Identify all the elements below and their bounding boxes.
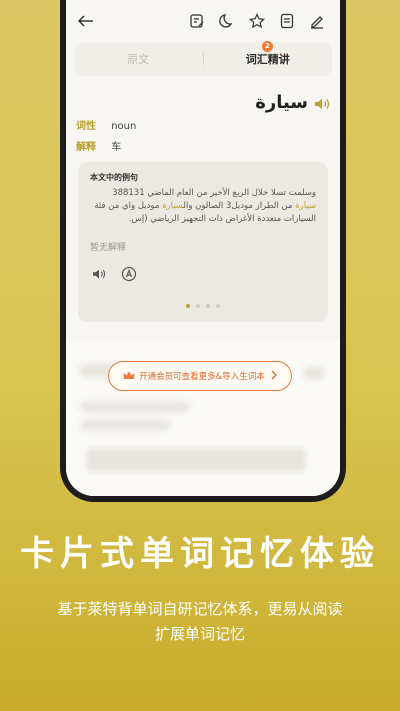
no-explanation-text: 暂无解释 [90,243,127,253]
tab-bar: 原文 2 词汇精讲 [74,41,333,76]
promo-subline: 基于莱特背单词自研记忆体系，更易从阅读扩展单词记忆 [57,600,343,643]
promo-headline: 卡片式单词记忆体验 [20,534,380,574]
pagination-dot [206,304,210,308]
note-edit-icon[interactable] [184,8,210,34]
pen-icon[interactable] [304,8,330,34]
blurred-text [86,448,306,472]
definition-row: 解释 车 [76,138,121,153]
crown-icon [123,371,135,381]
blurred-icon [304,366,324,380]
chevron-right-icon [271,370,277,383]
top-toolbar [66,0,340,42]
back-arrow-icon[interactable] [76,11,96,31]
tab-original-label: 原文 [127,53,150,66]
definition-label: 解释 [76,142,96,153]
pos-label: 词性 [76,121,96,132]
phone-frame: 原文 2 词汇精讲 سيارة 词性 noun 解释 车 本文中的例句 وسلم… [60,0,346,502]
tab-original[interactable]: 原文 [74,51,203,67]
card-actions [90,265,316,283]
blurred-text [80,402,190,412]
pagination-dot [196,304,200,308]
speaker-icon[interactable] [314,96,330,110]
tab-vocabulary[interactable]: 2 词汇精讲 [204,41,333,67]
definition-value: 车 [111,142,122,153]
moon-icon[interactable] [214,8,240,34]
sentence-part: من الطراز موديل3 الصالون وال [183,201,296,211]
tab-badge: 2 [261,41,273,52]
star-icon[interactable] [244,8,270,34]
sentence-highlight: سيارة [162,201,184,211]
tab-vocabulary-label: 词汇精讲 [245,53,290,66]
vip-button-label: 开通会员可查看更多&导入生词本 [139,372,265,382]
list-icon[interactable] [274,8,300,34]
example-card[interactable]: 本文中的例句 وسلمت تسلا خلال الربع الأخير من ا… [78,162,328,322]
vip-upgrade-button[interactable]: 开通会员可查看更多&导入生词本 [108,361,292,391]
translate-icon[interactable] [120,265,138,283]
sentence-highlight: سيارة [295,201,316,211]
pagination-dot [216,304,220,308]
blurred-text [80,420,170,430]
part-of-speech-row: 词性 noun [76,117,136,132]
phone-screen: 原文 2 词汇精讲 سيارة 词性 noun 解释 车 本文中的例句 وسلم… [66,0,340,496]
example-card-title: 本文中的例句 [90,173,138,182]
speaker-icon[interactable] [90,265,108,283]
example-sentence: وسلمت تسلا خلال الربع الأخير من العام ال… [90,187,316,226]
word-text: سيارة [255,92,308,113]
word-header: سيارة [76,92,330,113]
sentence-part: وسلمت تسلا خلال الربع الأخير من العام ال… [112,188,316,198]
pagination-dot [186,304,190,308]
pos-value: noun [111,121,137,132]
pagination-dots [78,304,328,308]
